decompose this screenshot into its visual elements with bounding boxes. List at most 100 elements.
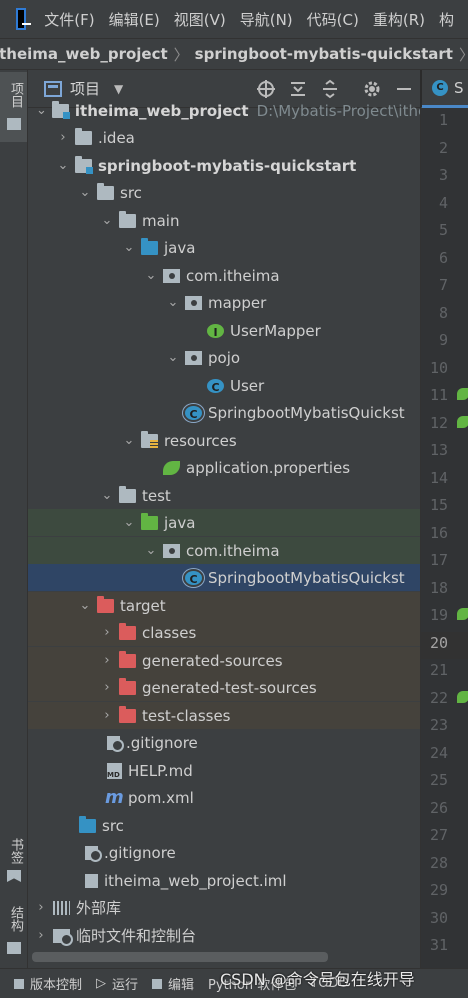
chevron-down-icon[interactable]: ▼	[114, 82, 123, 96]
line-number: 13	[429, 441, 448, 459]
gitignore-file-icon	[107, 735, 124, 752]
tree-item-module[interactable]: ⌄ springboot-mybatis-quickstart	[28, 152, 420, 179]
spring-bean-gutter-icon[interactable]	[457, 388, 468, 400]
chevron-right-icon[interactable]: ›	[100, 680, 114, 695]
tree-item-root-src[interactable]: src	[28, 812, 420, 839]
tree-item-help-md[interactable]: HELP.md	[28, 757, 420, 784]
chevron-down-icon[interactable]: ⌄	[144, 268, 158, 283]
spring-boot-class-icon: C	[185, 570, 202, 586]
tree-item-idea[interactable]: › .idea	[28, 124, 420, 151]
tree-item-main[interactable]: ⌄ main	[28, 207, 420, 234]
tree-item-target[interactable]: ⌄ target	[28, 592, 420, 619]
chevron-down-icon[interactable]: ⌄	[144, 543, 158, 558]
tree-item-main-java[interactable]: ⌄ java	[28, 234, 420, 261]
chevron-right-icon[interactable]: ›	[100, 708, 114, 723]
menu-navigate[interactable]: 导航(N)	[240, 9, 293, 30]
tree-item-label: springboot-mybatis-quickstart	[98, 156, 357, 175]
tree-item-scratches[interactable]: › 临时文件和控制台	[28, 922, 420, 949]
line-number: 11	[429, 386, 448, 404]
tree-item-root-project[interactable]: ⌄ itheima_web_project D:\Mybatis-Project…	[28, 97, 427, 124]
menu-code[interactable]: 代码(C)	[307, 9, 359, 30]
intellij-logo-icon[interactable]	[16, 8, 32, 30]
line-number: 30	[429, 908, 448, 927]
chevron-right-icon[interactable]: ›	[56, 130, 70, 145]
chevron-down-icon[interactable]: ⌄	[100, 213, 114, 228]
chevron-down-icon[interactable]: ⌄	[56, 158, 70, 173]
tree-item-root-gitignore[interactable]: .gitignore	[28, 839, 420, 866]
breadcrumb-module[interactable]: springboot-mybatis-quickstart	[195, 45, 453, 63]
chevron-down-icon[interactable]: ⌄	[78, 185, 92, 200]
status-todo[interactable]: 编辑	[152, 974, 194, 993]
tree-item-external-libraries[interactable]: › 外部库	[28, 894, 420, 921]
folder-icon	[7, 118, 21, 130]
horizontal-scrollbar[interactable]	[32, 952, 328, 962]
tree-item-iml[interactable]: itheima_web_project.iml	[28, 867, 420, 894]
tree-item-application-class[interactable]: C SpringbootMybatisQuickst	[28, 399, 420, 426]
tree-item-resources[interactable]: ⌄ resources	[28, 427, 420, 454]
tree-item-label: .idea	[98, 128, 135, 147]
tree-item-classes[interactable]: › classes	[28, 619, 420, 646]
status-vcs-label: 版本控制	[30, 978, 83, 993]
line-number: 29	[429, 881, 448, 899]
run-test-gutter-icon[interactable]	[457, 691, 468, 703]
line-number: 20	[429, 633, 448, 652]
chevron-down-icon[interactable]: ⌄	[166, 295, 180, 310]
chevron-right-icon[interactable]: ›	[100, 625, 114, 640]
run-test-gutter-icon[interactable]	[457, 416, 468, 428]
chevron-down-icon[interactable]: ⌄	[36, 103, 47, 118]
tree-item-module-gitignore[interactable]: .gitignore	[28, 729, 420, 756]
tree-item-label: generated-sources	[142, 651, 283, 670]
tree-item-test-java[interactable]: ⌄ java	[28, 509, 420, 536]
tree-item-test-class-selected[interactable]: C SpringbootMybatisQuickst	[28, 564, 420, 591]
tree-item-src[interactable]: ⌄ src	[28, 179, 420, 206]
chevron-down-icon[interactable]: ⌄	[78, 598, 92, 613]
tree-item-pom-xml[interactable]: m pom.xml	[28, 784, 420, 811]
project-panel-title[interactable]: 项目	[70, 78, 100, 99]
tree-item-test[interactable]: ⌄ test	[28, 482, 420, 509]
menu-build[interactable]: 构	[439, 9, 454, 30]
collapse-all-icon[interactable]	[320, 79, 340, 99]
chevron-down-icon[interactable]: ⌄	[122, 240, 136, 255]
minimize-icon[interactable]	[394, 79, 414, 99]
tree-item-test-classes[interactable]: › test-classes	[28, 702, 420, 729]
run-test-gutter-icon[interactable]	[457, 608, 468, 620]
status-run[interactable]: ▷ 运行	[96, 974, 138, 993]
editor-tab[interactable]: C S	[422, 70, 468, 108]
tree-item-label: java	[164, 238, 196, 257]
folder-icon	[75, 127, 92, 145]
tree-item-label: main	[142, 211, 180, 230]
tree-item-test-package[interactable]: ⌄ com.itheima	[28, 537, 420, 564]
tree-item-user[interactable]: C User	[28, 372, 420, 399]
line-number: 14	[429, 468, 448, 487]
iml-file-icon	[85, 873, 98, 888]
chevron-down-icon[interactable]: ⌄	[100, 488, 114, 503]
tree-item-package[interactable]: ⌄ com.itheima	[28, 262, 420, 289]
tree-item-application-properties[interactable]: application.properties	[28, 454, 420, 481]
menu-refactor[interactable]: 重构(R)	[373, 9, 425, 30]
tree-item-label: com.itheima	[186, 541, 280, 560]
expand-all-icon[interactable]	[288, 79, 308, 99]
chevron-right-icon[interactable]: ›	[100, 653, 114, 668]
menu-edit[interactable]: 编辑(E)	[109, 9, 160, 30]
tree-item-pojo[interactable]: ⌄ pojo	[28, 344, 420, 371]
menu-view[interactable]: 视图(V)	[174, 9, 226, 30]
tree-item-mapper[interactable]: ⌄ mapper	[28, 289, 420, 316]
tree-item-generated-test-sources[interactable]: › generated-test-sources	[28, 674, 420, 701]
chevron-down-icon[interactable]: ⌄	[166, 350, 180, 365]
chevron-down-icon[interactable]: ⌄	[122, 433, 136, 448]
test-source-folder-icon	[141, 512, 158, 530]
breadcrumb-project[interactable]: itheima_web_project	[0, 45, 168, 63]
status-vcs[interactable]: 版本控制	[14, 974, 82, 993]
tree-item-usermapper[interactable]: I UserMapper	[28, 317, 420, 344]
locate-target-icon[interactable]	[256, 79, 276, 99]
tree-item-generated-sources[interactable]: › generated-sources	[28, 647, 420, 674]
chevron-right-icon[interactable]: ›	[34, 928, 48, 943]
gear-icon[interactable]	[362, 79, 382, 99]
bookmark-icon	[7, 870, 21, 882]
tree-item-label: generated-test-sources	[142, 678, 317, 697]
chevron-right-icon[interactable]: ›	[34, 900, 48, 915]
status-run-label: 运行	[112, 978, 139, 993]
menu-file[interactable]: 文件(F)	[44, 9, 94, 30]
tool-tab-project[interactable]: 项目	[0, 72, 27, 142]
chevron-down-icon[interactable]: ⌄	[122, 515, 136, 530]
